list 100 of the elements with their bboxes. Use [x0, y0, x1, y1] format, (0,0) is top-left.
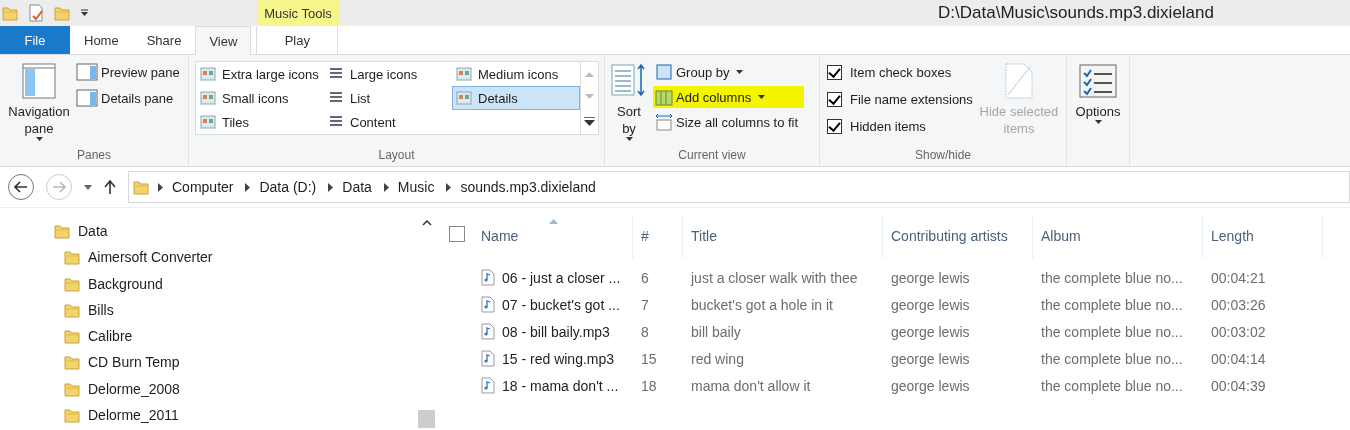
- table-cell-text: just a closer walk with thee: [689, 269, 859, 286]
- checkbox[interactable]: [827, 119, 842, 134]
- tree-item[interactable]: Data: [0, 218, 410, 245]
- group-label: Layout: [377, 148, 416, 164]
- folder-icon: [64, 275, 80, 292]
- file-name[interactable]: 06 - just a closer ...: [473, 269, 633, 286]
- layout-option[interactable]: Medium icons: [452, 62, 580, 86]
- view-option-button[interactable]: Group by: [653, 61, 805, 83]
- tree-item[interactable]: Background: [0, 270, 410, 297]
- ribbon-tab[interactable]: Share: [132, 26, 196, 54]
- table-cell-text: 6: [640, 269, 650, 286]
- audio-file-icon: [481, 296, 495, 313]
- tree-item[interactable]: Bills: [0, 296, 410, 323]
- caret-icon[interactable]: [758, 95, 766, 99]
- layout-option[interactable]: Large icons: [324, 62, 452, 86]
- caret-icon[interactable]: [35, 137, 43, 141]
- breadcrumb[interactable]: Music: [397, 179, 435, 195]
- document-icon: [1003, 63, 1034, 99]
- view-option-button[interactable]: Size all columns to fit: [653, 111, 805, 133]
- caret-icon[interactable]: [736, 70, 744, 74]
- tree-item[interactable]: Calibre: [0, 323, 410, 350]
- file-name[interactable]: 15 - red wing.mp3: [473, 350, 633, 367]
- tree-item[interactable]: Delorme_2008: [0, 375, 410, 402]
- recent-dropdown-icon[interactable]: [84, 184, 92, 190]
- column-header[interactable]: Length: [1203, 216, 1323, 258]
- table-cell-text: the complete blue no...: [1040, 269, 1184, 286]
- thumbnail-icon: [200, 114, 216, 130]
- layout-option[interactable]: Tiles: [196, 110, 324, 134]
- caret-icon[interactable]: [1094, 120, 1102, 124]
- breadcrumb[interactable]: Computer: [172, 179, 234, 195]
- scroll-up-icon[interactable]: [421, 220, 432, 226]
- layout-option[interactable]: Extra large icons: [196, 62, 324, 86]
- options-icon: [1078, 63, 1118, 99]
- more-icon[interactable]: [584, 116, 595, 126]
- caret-icon[interactable]: [625, 137, 633, 141]
- chevron-icon[interactable]: [158, 182, 163, 192]
- breadcrumb[interactable]: Data: [342, 179, 372, 195]
- options-button[interactable]: Options: [1071, 61, 1125, 126]
- column-header[interactable]: #: [633, 216, 683, 258]
- properties-icon[interactable]: [28, 4, 44, 22]
- tree-item[interactable]: Aimersoft Converter: [0, 244, 410, 271]
- layout-option[interactable]: List: [324, 86, 452, 110]
- pane-button[interactable]: Details pane: [74, 87, 182, 109]
- table-cell-text: bucket's got a hole in it: [690, 296, 834, 313]
- breadcrumb[interactable]: Data (D:): [259, 179, 317, 195]
- file-name[interactable]: 07 - bucket's got ...: [473, 296, 633, 313]
- column-header[interactable]: Album: [1033, 216, 1203, 258]
- folder-icon: [64, 354, 80, 371]
- folder-icon: [64, 406, 80, 423]
- checkbox-label[interactable]: File name extensions: [850, 92, 973, 107]
- sort-icon: [611, 63, 647, 99]
- select-all-checkbox[interactable]: [449, 226, 465, 242]
- column-header[interactable]: Title: [683, 216, 883, 258]
- folder-icon: [64, 328, 80, 345]
- checkbox[interactable]: [827, 65, 842, 80]
- scroll-thumb[interactable]: [418, 410, 435, 428]
- chevron-icon[interactable]: [383, 182, 389, 192]
- file-tab[interactable]: File: [0, 26, 70, 54]
- table-cell-text: george lewis: [890, 323, 971, 340]
- folder-icon: [64, 301, 80, 318]
- column-header[interactable]: Name: [473, 216, 633, 258]
- ribbon-tab[interactable]: Home: [70, 26, 133, 54]
- pane-button[interactable]: Preview pane: [74, 61, 182, 83]
- folder-icon: [54, 223, 70, 240]
- sort-by-button[interactable]: Sort by: [609, 61, 649, 143]
- chevron-icon[interactable]: [245, 182, 251, 192]
- dropdown-icon[interactable]: [80, 9, 89, 17]
- audio-file-icon: [481, 350, 495, 367]
- checkbox-label[interactable]: Item check boxes: [850, 65, 952, 80]
- contextual-tab-label: Music Tools: [257, 0, 339, 26]
- file-name[interactable]: 08 - bill baily.mp3: [473, 323, 633, 340]
- table-cell-text: 15: [640, 350, 658, 367]
- group-label: Show/hide: [913, 148, 972, 164]
- view-option-button[interactable]: Add columns: [653, 86, 805, 108]
- table-cell-text: 8: [640, 323, 650, 340]
- ribbon-tab[interactable]: Play: [256, 26, 339, 54]
- navigation-pane-button[interactable]: Navigation pane: [4, 61, 74, 143]
- chevron-icon[interactable]: [328, 182, 334, 192]
- layout-option[interactable]: Small icons: [196, 86, 324, 110]
- column-header[interactable]: Contributing artists: [883, 216, 1033, 258]
- tree-item[interactable]: CD Burn Temp: [0, 349, 410, 376]
- fit-columns-icon: [655, 113, 673, 131]
- ribbon-tab[interactable]: View: [195, 26, 252, 55]
- table-cell-text: the complete blue no...: [1040, 377, 1184, 394]
- checkbox-label[interactable]: Hidden items: [850, 119, 926, 134]
- layout-option[interactable]: Details: [452, 86, 580, 110]
- chevron-icon[interactable]: [446, 182, 452, 192]
- audio-file-icon: [481, 377, 495, 394]
- tree-item[interactable]: Delorme_2011: [0, 401, 410, 428]
- checkbox[interactable]: [827, 92, 842, 107]
- table-cell-text: 00:03:26: [1210, 296, 1267, 313]
- breadcrumb[interactable]: sounds.mp3.dixieland: [460, 179, 596, 195]
- file-name[interactable]: 18 - mama don't ...: [473, 377, 633, 394]
- address-bar[interactable]: Computer Data (D:) Data Music sounds.mp3.dixieland: [128, 171, 1350, 203]
- table-cell-text: mama don't allow it: [690, 377, 812, 394]
- thumbnail-icon: [200, 66, 216, 82]
- layout-option[interactable]: Content: [324, 110, 452, 134]
- up-arrow-icon[interactable]: [104, 180, 116, 194]
- thumbnail-icon: [456, 66, 472, 82]
- pane-icon: [76, 89, 98, 107]
